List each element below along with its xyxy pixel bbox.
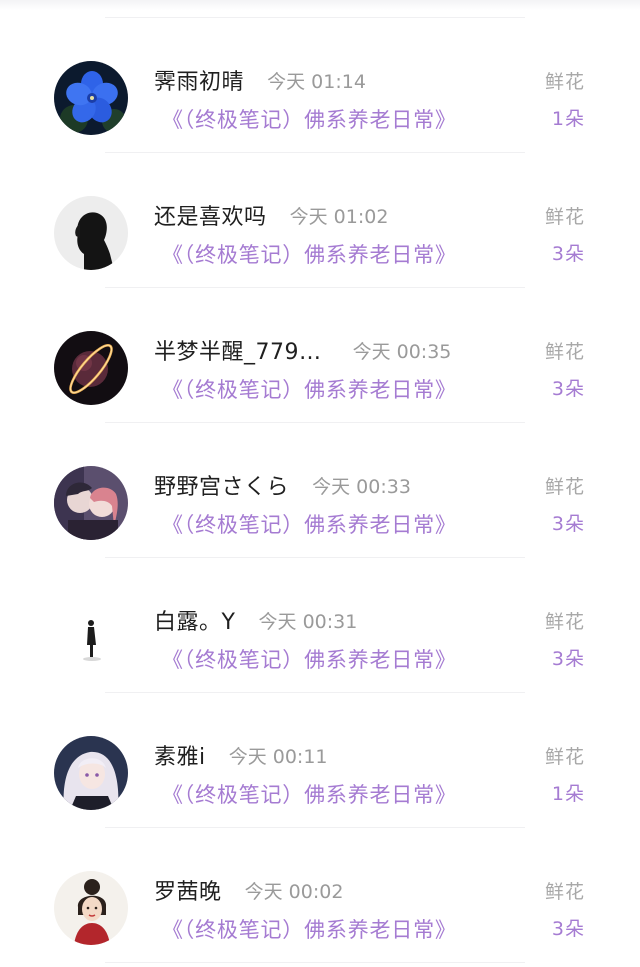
timestamp: 今天 00:33 (312, 475, 411, 498)
book-title-link[interactable]: 《（终极笔记）佛系养老日常》 (162, 239, 457, 269)
user-name[interactable]: 素雅i (154, 745, 206, 770)
user-name[interactable]: 野野宫さくら (154, 475, 289, 500)
gift-record-item[interactable]: 还是喜欢吗 今天 01:02 《（终极笔记）佛系养老日常》 鲜花 3朵 (0, 135, 640, 288)
name-line: 野野宫さくら 今天 00:33 (154, 469, 411, 501)
silhouette-avatar[interactable] (54, 196, 128, 270)
timestamp: 今天 00:31 (258, 610, 358, 633)
gift-record-item[interactable]: 霁雨初晴 今天 01:14 《（终极笔记）佛系养老日常》 鲜花 1朵 (0, 0, 640, 153)
book-title-link[interactable]: 《（终极笔记）佛系养老日常》 (162, 779, 457, 809)
anime-couple-avatar[interactable] (54, 466, 128, 540)
gift-type-label: 鲜花 (544, 206, 585, 228)
gift-type-label: 鲜花 (544, 476, 585, 498)
small-figure-avatar[interactable] (54, 601, 128, 675)
planet-ring-avatar[interactable] (54, 331, 128, 405)
user-name[interactable]: 霁雨初晴 (154, 70, 244, 95)
gift-type-label: 鲜花 (544, 746, 585, 768)
gift-type-label: 鲜花 (544, 611, 585, 633)
gift-record-item[interactable]: 野野宫さくら 今天 00:33 《（终极笔记）佛系养老日常》 鲜花 3朵 (0, 405, 640, 558)
gift-type-label: 鲜花 (544, 341, 585, 363)
name-line: 半梦半醒_779… 今天 00:35 (154, 334, 451, 366)
gift-count: 1朵 (551, 108, 585, 130)
book-title-link[interactable]: 《（终极笔记）佛系养老日常》 (162, 644, 457, 674)
gift-record-item[interactable]: 罗茜晚 今天 00:02 《（终极笔记）佛系养老日常》 鲜花 3朵 (0, 810, 640, 963)
anime-girl-avatar[interactable] (54, 736, 128, 810)
book-title-link[interactable]: 《（终极笔记）佛系养老日常》 (162, 104, 457, 134)
gift-count: 3朵 (551, 648, 585, 670)
gift-type-label: 鲜花 (544, 71, 585, 93)
gift-record-item[interactable]: 素雅i 今天 00:11 《（终极笔记）佛系养老日常》 鲜花 1朵 (0, 675, 640, 828)
gift-record-item[interactable]: 白露。Y 今天 00:31 《（终极笔记）佛系养老日常》 鲜花 3朵 (0, 540, 640, 693)
timestamp: 今天 00:02 (244, 880, 344, 903)
user-name[interactable]: 半梦半醒_779… (154, 340, 322, 365)
user-name[interactable]: 还是喜欢吗 (154, 205, 267, 230)
timestamp: 今天 00:35 (352, 340, 452, 363)
book-title-link[interactable]: 《（终极笔记）佛系养老日常》 (162, 914, 457, 944)
gift-count: 3朵 (551, 243, 585, 265)
gift-type-label: 鲜花 (544, 881, 585, 903)
divider (105, 962, 525, 963)
name-line: 素雅i 今天 00:11 (154, 739, 328, 771)
name-line: 白露。Y 今天 00:31 (154, 604, 357, 636)
timestamp: 今天 01:02 (289, 205, 389, 228)
book-title-link[interactable]: 《（终极笔记）佛系养老日常》 (162, 374, 457, 404)
name-line: 罗茜晚 今天 00:02 (154, 874, 343, 906)
timestamp: 今天 00:11 (228, 745, 328, 768)
gift-record-item[interactable]: 半梦半醒_779… 今天 00:35 《（终极笔记）佛系养老日常》 鲜花 3朵 (0, 270, 640, 423)
name-line: 霁雨初晴 今天 01:14 (154, 64, 366, 96)
user-name[interactable]: 罗茜晚 (154, 880, 222, 905)
gift-count: 1朵 (551, 783, 585, 805)
blue-flower-avatar[interactable] (54, 61, 128, 135)
timestamp: 今天 01:14 (267, 70, 366, 93)
gift-count: 3朵 (551, 918, 585, 940)
user-name[interactable]: 白露。Y (154, 610, 235, 635)
gift-count: 3朵 (551, 513, 585, 535)
book-title-link[interactable]: 《（终极笔记）佛系养老日常》 (162, 509, 457, 539)
illustrated-woman-avatar[interactable] (54, 871, 128, 945)
gift-count: 3朵 (551, 378, 585, 400)
name-line: 还是喜欢吗 今天 01:02 (154, 199, 388, 231)
